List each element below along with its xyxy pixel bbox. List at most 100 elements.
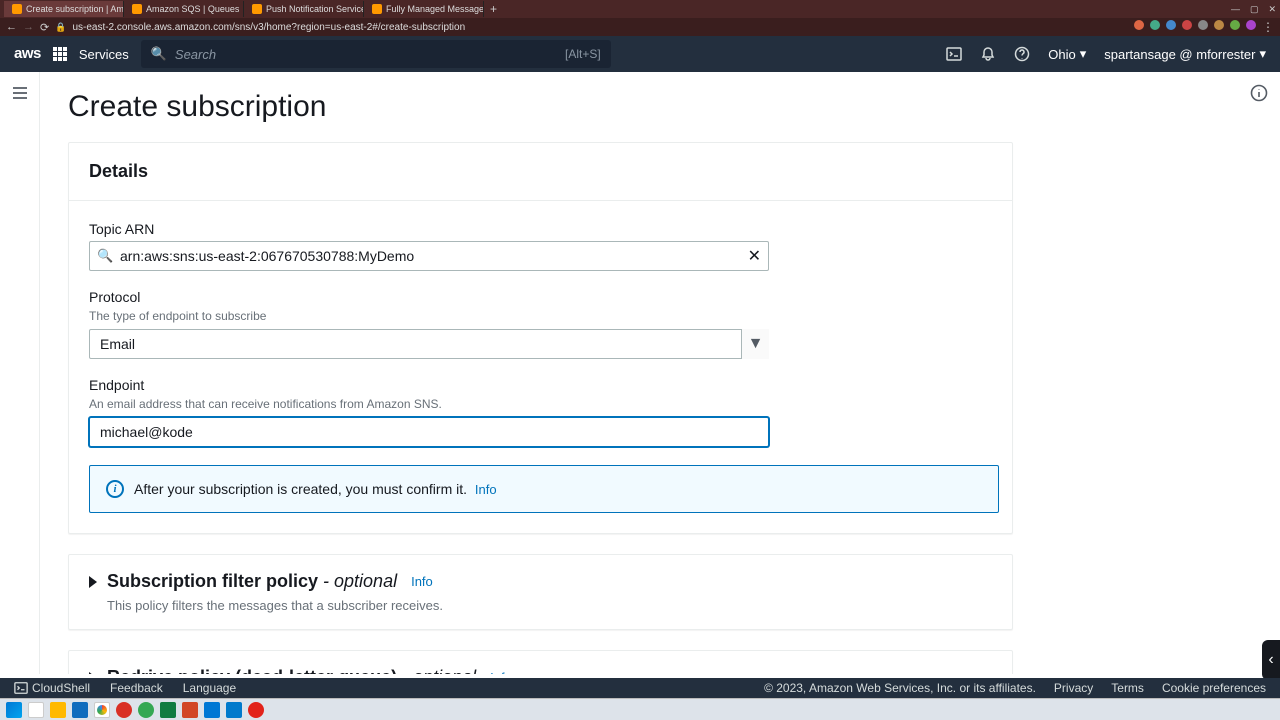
terms-link[interactable]: Terms (1111, 681, 1144, 695)
optional-label: - optional (397, 667, 476, 674)
chevron-down-icon: ▼ (741, 329, 769, 359)
filter-policy-panel: Subscription filter policy - optional In… (68, 554, 1013, 630)
user-menu[interactable]: spartansage @ mforrester ▾ (1104, 46, 1266, 62)
reload-icon[interactable]: ⟳ (40, 21, 49, 34)
url-text[interactable]: us-east-2.console.aws.amazon.com/sns/v3/… (72, 22, 1128, 33)
cloudshell-icon[interactable]: CloudShell (14, 681, 90, 695)
info-panel-icon[interactable] (1250, 84, 1268, 107)
info-link[interactable]: Info (411, 574, 433, 589)
services-grid-icon[interactable] (53, 47, 67, 61)
tray-icon[interactable] (1258, 702, 1274, 718)
tab-title: Fully Managed Message Queu (386, 4, 484, 14)
new-tab-button[interactable]: + (484, 2, 503, 16)
endpoint-desc: An email address that can receive notifi… (89, 397, 992, 411)
filter-policy-toggle[interactable]: Subscription filter policy - optional In… (89, 571, 992, 592)
optional-label: - optional (318, 571, 397, 591)
extension-icon[interactable] (1230, 20, 1240, 30)
help-icon[interactable] (1014, 46, 1030, 62)
cookie-link[interactable]: Cookie preferences (1162, 681, 1266, 695)
info-link[interactable]: Info (490, 670, 512, 674)
powerpoint-icon[interactable] (182, 702, 198, 718)
sidebar-toggle[interactable] (0, 72, 40, 674)
feedback-link[interactable]: Feedback (110, 681, 163, 695)
browser-tab[interactable]: Amazon SQS | Queues × (124, 1, 244, 17)
address-bar: ← → ⟳ 🔒 us-east-2.console.aws.amazon.com… (0, 18, 1280, 36)
tab-title: Create subscription | Amazon S (26, 4, 124, 14)
extension-icon[interactable] (1214, 20, 1224, 30)
side-panel-handle[interactable]: ‹ (1262, 640, 1280, 680)
app-icon[interactable] (116, 702, 132, 718)
redrive-policy-panel: Redrive policy (dead-letter queue) - opt… (68, 650, 1013, 674)
aws-footer: CloudShell Feedback Language © 2023, Ama… (0, 678, 1280, 698)
browser-tab[interactable]: Push Notification Service - Am × (244, 1, 364, 17)
confirm-info-banner: i After your subscription is created, yo… (89, 465, 999, 513)
extension-icons: ⋮ (1134, 20, 1274, 34)
extension-icon[interactable] (1182, 20, 1192, 30)
minimize-icon[interactable]: — (1231, 4, 1240, 15)
tab-strip: Create subscription | Amazon S × Amazon … (0, 0, 1280, 18)
tab-favicon (132, 4, 142, 14)
menu-icon[interactable]: ⋮ (1262, 20, 1274, 34)
search-input[interactable]: 🔍 Search [Alt+S] (141, 40, 611, 68)
services-link[interactable]: Services (79, 47, 129, 62)
confirm-message: After your subscription is created, you … (134, 481, 467, 497)
extension-icon[interactable] (1198, 20, 1208, 30)
app-icon[interactable] (204, 702, 220, 718)
chevron-right-icon (89, 576, 97, 588)
extension-icon[interactable] (1246, 20, 1256, 30)
tab-favicon (252, 4, 262, 14)
info-link[interactable]: Info (475, 482, 497, 497)
windows-taskbar (0, 698, 1280, 720)
protocol-label: Protocol (89, 289, 992, 305)
browser-tab[interactable]: Fully Managed Message Queu × (364, 1, 484, 17)
search-icon: 🔍 (97, 248, 113, 264)
extension-icon[interactable] (1166, 20, 1176, 30)
tab-favicon (12, 4, 22, 14)
window-controls: — ▢ ✕ (1231, 4, 1276, 15)
endpoint-label: Endpoint (89, 377, 992, 393)
search-icon[interactable] (28, 702, 44, 718)
endpoint-input[interactable] (89, 417, 769, 447)
edge-icon[interactable] (72, 702, 88, 718)
redrive-policy-toggle[interactable]: Redrive policy (dead-letter queue) - opt… (89, 667, 992, 674)
chevron-down-icon: ▾ (1080, 46, 1087, 62)
vscode-icon[interactable] (226, 702, 242, 718)
aws-header: aws Services 🔍 Search [Alt+S] Ohio ▾ spa… (0, 36, 1280, 72)
copyright-text: © 2023, Amazon Web Services, Inc. or its… (764, 681, 1036, 695)
filter-policy-desc: This policy filters the messages that a … (107, 598, 992, 613)
topic-arn-input[interactable] (89, 241, 769, 271)
back-icon[interactable]: ← (6, 21, 17, 33)
close-icon[interactable]: ✕ (1268, 4, 1276, 15)
cloudshell-icon[interactable] (946, 46, 962, 62)
extension-icon[interactable] (1150, 20, 1160, 30)
search-icon: 🔍 (151, 46, 167, 62)
panel-header: Details (69, 143, 1012, 201)
search-placeholder: Search (175, 47, 216, 62)
file-explorer-icon[interactable] (50, 702, 66, 718)
language-link[interactable]: Language (183, 681, 236, 695)
notifications-icon[interactable] (980, 46, 996, 62)
forward-icon[interactable]: → (23, 21, 34, 33)
protocol-select[interactable]: Email ▼ (89, 329, 769, 359)
chrome-icon[interactable] (97, 705, 107, 715)
chevron-right-icon (89, 672, 97, 675)
extension-icon[interactable] (1134, 20, 1144, 30)
privacy-link[interactable]: Privacy (1054, 681, 1093, 695)
excel-icon[interactable] (160, 702, 176, 718)
details-panel: Details Topic ARN 🔍 ✕ Protocol The type … (68, 142, 1013, 534)
tab-title: Amazon SQS | Queues (146, 4, 239, 14)
redrive-policy-title: Redrive policy (dead-letter queue) (107, 667, 397, 674)
app-icon[interactable] (138, 702, 154, 718)
clear-icon[interactable]: ✕ (748, 246, 761, 266)
app-icon[interactable] (248, 702, 264, 718)
maximize-icon[interactable]: ▢ (1250, 4, 1259, 15)
aws-logo[interactable]: aws (14, 45, 41, 63)
lock-icon: 🔒 (55, 22, 66, 33)
region-selector[interactable]: Ohio ▾ (1048, 46, 1086, 62)
start-icon[interactable] (6, 702, 22, 718)
protocol-desc: The type of endpoint to subscribe (89, 309, 992, 323)
info-icon: i (106, 480, 124, 498)
filter-policy-title: Subscription filter policy (107, 571, 318, 591)
browser-tab[interactable]: Create subscription | Amazon S × (4, 1, 124, 17)
tab-title: Push Notification Service - Am (266, 4, 364, 14)
